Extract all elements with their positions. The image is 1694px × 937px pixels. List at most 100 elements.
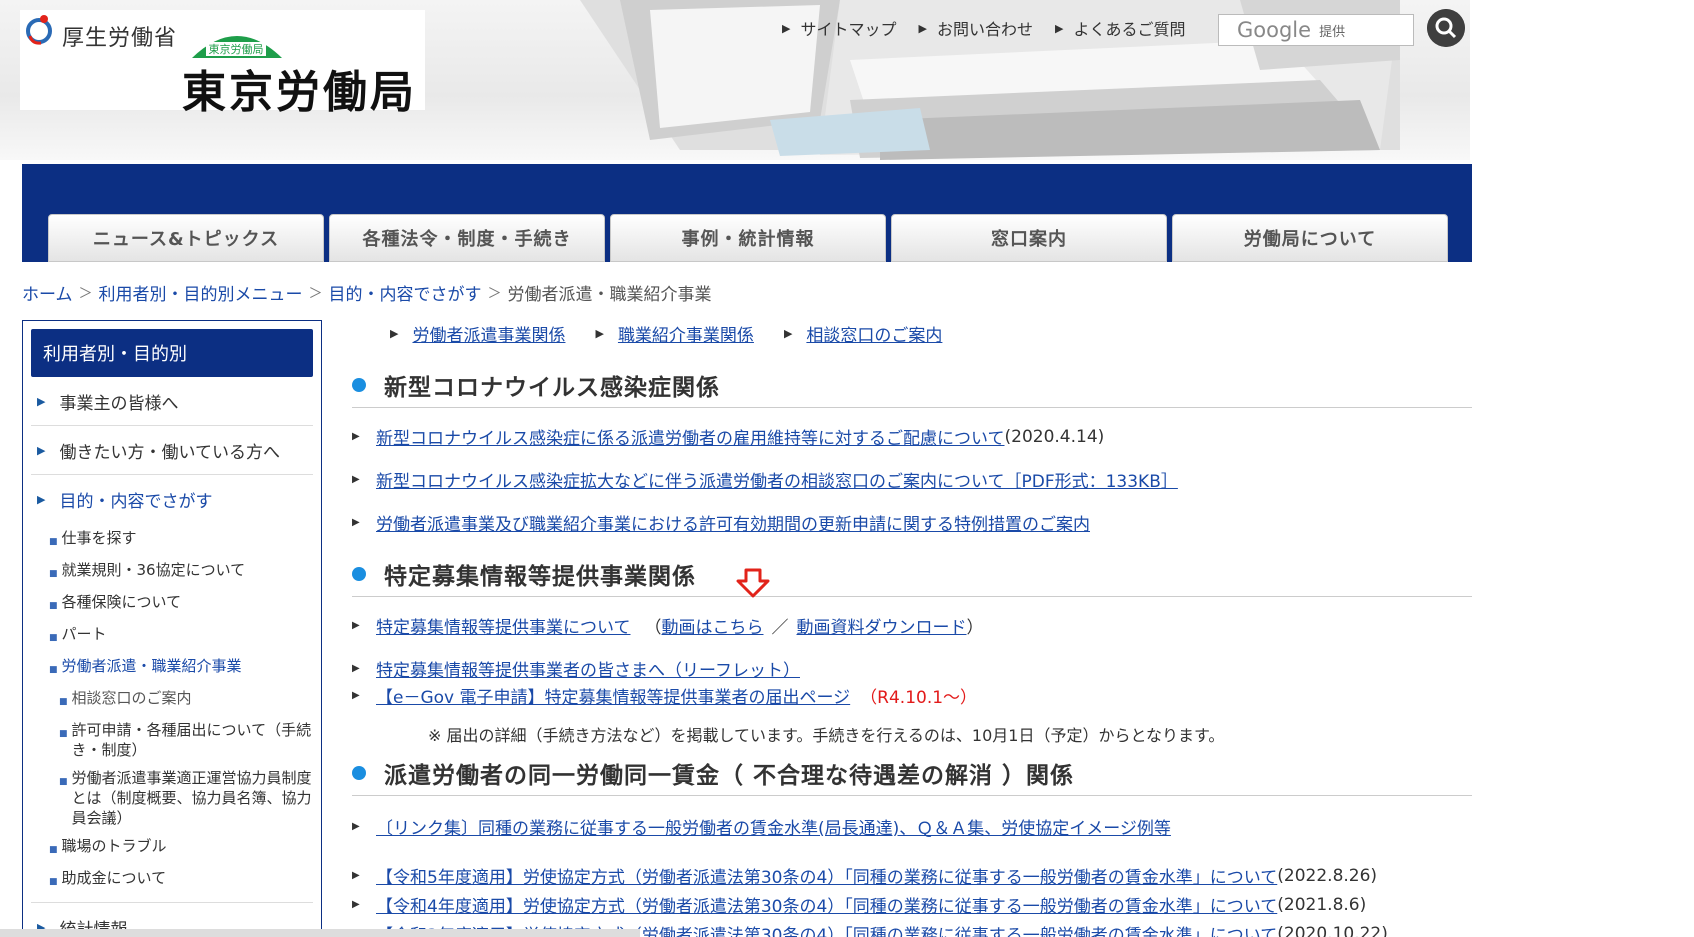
triangle-right-icon: ▶: [352, 870, 360, 881]
sub-item-label: 各種保険について: [61, 593, 182, 611]
item-date: (2021.8.6): [1277, 894, 1367, 915]
tab-offices[interactable]: 窓口案内: [891, 214, 1167, 262]
sidebar-item-label: 働きたい方・働いている方へ: [59, 442, 280, 463]
anchor-links: ▶ 労働者派遣事業関係 ▶ 職業紹介事業関係 ▶ 相談窓口のご案内: [352, 318, 1472, 348]
paren-open: （: [644, 618, 662, 638]
list-item: ▶ 新型コロナウイルス感染症拡大などに伴う派遣労働者の相談窓口のご案内について［…: [352, 467, 1472, 492]
triangle-right-icon: ▶: [352, 663, 360, 674]
sub-item-label: 相談窓口のご案内: [71, 689, 192, 707]
sidebar-subsub-permits[interactable]: ■ 許可申請・各種届出について（手続き・制度）: [59, 716, 313, 764]
triangle-right-icon: ▶: [352, 517, 360, 528]
triangle-right-icon: ▶: [918, 21, 927, 35]
contact-link[interactable]: ▶ お問い合わせ: [918, 16, 1032, 40]
search-input[interactable]: Google 提供: [1218, 14, 1414, 46]
sidebar-sub-list: ■ 仕事を探す ■ 就業規則・36協定について ■ 各種保険について ■ パート ■ 労働…: [31, 524, 313, 896]
wage-standard-r4-link[interactable]: 【令和4年度適用】労使協定方式（労働者派遣法第30条の4）「同種の業務に従事する…: [376, 892, 1277, 917]
bullet-icon: ■: [59, 777, 68, 787]
breadcrumb-user-menu[interactable]: 利用者別・目的別メニュー: [99, 280, 303, 305]
sidebar-sub-dispatch[interactable]: ■ 労働者派遣・職業紹介事業: [49, 652, 313, 684]
effective-date-badge: （R4.10.1～）: [860, 688, 978, 708]
faq-link[interactable]: ▶ よくあるご質問: [1055, 16, 1185, 40]
video-link[interactable]: 動画はこちら: [662, 613, 764, 638]
arrow-right-icon: ▶: [37, 493, 46, 506]
sub-item-label: 就業規則・36協定について: [61, 561, 246, 579]
sidebar-subsub-cooperators[interactable]: ■ 労働者派遣事業適正運営協力員制度とは（制度概要、協力員名簿、協力員会議）: [59, 764, 313, 832]
horizontal-scrollbar[interactable]: [0, 929, 640, 937]
section-title: 新型コロナウイルス感染症関係: [384, 374, 720, 401]
wage-standard-r5-link[interactable]: 【令和5年度適用】労使協定方式（労働者派遣法第30条の4）「同種の業務に従事する…: [376, 863, 1277, 888]
tab-about-bureau[interactable]: 労働局について: [1172, 214, 1448, 262]
circle-bullet-icon: [352, 765, 366, 780]
utility-nav: ▶ サイトマップ ▶ お問い合わせ ▶ よくあるご質問: [782, 16, 1185, 40]
tab-cases-statistics[interactable]: 事例・統計情報: [610, 214, 886, 262]
sidebar-item-workers[interactable]: ▶ 働きたい方・働いている方へ: [31, 426, 313, 475]
anchor-label[interactable]: 職業紹介事業関係: [618, 321, 754, 346]
covid-employment-link[interactable]: 新型コロナウイルス感染症に係る派遣労働者の雇用維持等に対するご配慮について: [376, 424, 1005, 449]
ministry-name: 厚生労働省: [62, 26, 178, 51]
search-button[interactable]: [1427, 9, 1465, 47]
leaflet-link[interactable]: 特定募集情報等提供事業者の皆さまへ（リーフレット）: [376, 656, 800, 681]
bullet-icon: ■: [49, 665, 58, 675]
triangle-right-icon: ▶: [352, 690, 360, 701]
section-title: 特定募集情報等提供事業関係: [384, 563, 696, 590]
sitemap-link[interactable]: ▶ サイトマップ: [782, 16, 896, 40]
triangle-right-icon: ▶: [595, 326, 604, 340]
bureau-name: 東京労働局: [182, 67, 417, 118]
breadcrumb-current: 労働者派遣・職業紹介事業: [507, 285, 712, 305]
sub-item-label: 労働者派遣・職業紹介事業: [61, 657, 242, 675]
sub-item-label: 許可申請・各種届出について（手続き・制度）: [71, 721, 312, 759]
equal-pay-links-collection[interactable]: 〔リンク集〕同種の業務に従事する一般労働者の賃金水準(局長通達)、Ｑ＆Ａ集、労使…: [376, 814, 1171, 839]
recruitment-info-link[interactable]: 特定募集情報等提供事業について: [376, 613, 631, 638]
sub-item-label: 労働者派遣事業適正運営協力員制度とは（制度概要、協力員名簿、協力員会議）: [71, 769, 312, 827]
list-item: ▶ 労働者派遣事業及び職業紹介事業における許可有効期間の更新申請に関する特例措置…: [352, 510, 1472, 535]
logo-area[interactable]: 厚生労働省 東京労働局 東京労働局: [20, 10, 425, 118]
sidebar: 利用者別・目的別 ▶ 事業主の皆様へ ▶ 働きたい方・働いている方へ ▶ 目的・内容で…: [22, 320, 322, 937]
site-header: 厚生労働省 東京労働局 東京労働局 ▶ サイトマップ ▶ お問い合わせ ▶ よくあるご…: [0, 0, 1470, 160]
covid-consult-pdf-link[interactable]: 新型コロナウイルス感染症拡大などに伴う派遣労働者の相談窓口のご案内について［PD…: [376, 467, 1178, 492]
search-provider-suffix: 提供: [1319, 24, 1346, 40]
anchor-placement[interactable]: ▶ 職業紹介事業関係: [595, 321, 753, 346]
egov-filing-link[interactable]: 【e－Gov 電子申請】特定募集情報等提供事業者の届出ページ: [376, 683, 850, 708]
filing-note: ※ 届出の詳細（手続き方法など）を掲載しています。手続きを行えるのは、10月1日…: [428, 726, 1225, 745]
util-link-label: お問い合わせ: [936, 20, 1033, 39]
tokyo-bureau-badge: 東京労働局: [192, 36, 282, 58]
anchor-dispatch[interactable]: ▶ 労働者派遣事業関係: [390, 321, 565, 346]
chevron-right-icon: ＞: [78, 285, 93, 302]
circle-bullet-icon: [352, 377, 366, 392]
sidebar-subsub-consult[interactable]: ■ 相談窓口のご案内: [59, 684, 313, 716]
breadcrumb-search-purpose[interactable]: 目的・内容でさがす: [329, 280, 482, 305]
bullet-icon: ■: [49, 845, 58, 855]
triangle-right-icon: ▶: [783, 326, 793, 340]
list-item: ▶ 【令和5年度適用】労使協定方式（労働者派遣法第30条の4）「同種の業務に従事…: [352, 863, 1472, 889]
anchor-label[interactable]: 労働者派遣事業関係: [412, 321, 565, 346]
bullet-icon: ■: [49, 569, 58, 579]
bullet-icon: ■: [49, 877, 58, 887]
item-date: (2022.8.26): [1277, 865, 1378, 886]
covid-permit-renewal-link[interactable]: 労働者派遣事業及び職業紹介事業における許可有効期間の更新申請に関する特例措置のご…: [376, 510, 1090, 535]
sidebar-sub-part-time[interactable]: ■ パート: [49, 620, 313, 652]
tab-laws-procedures[interactable]: 各種法令・制度・手続き: [329, 214, 605, 262]
sidebar-sub-rules-36[interactable]: ■ 就業規則・36協定について: [49, 556, 313, 588]
item-date: (2020.10.22): [1277, 923, 1388, 937]
section-title: 派遣労働者の同一労働同一賃金（ 不合理な待遇差の解消 ）関係: [384, 762, 1075, 789]
tab-news-topics[interactable]: ニュース&トピックス: [48, 214, 324, 262]
triangle-right-icon: ▶: [352, 899, 360, 910]
anchor-label[interactable]: 相談窓口のご案内: [806, 321, 942, 346]
sidebar-sub-insurance[interactable]: ■ 各種保険について: [49, 588, 313, 620]
sidebar-sub-trouble[interactable]: ■ 職場のトラブル: [49, 832, 313, 864]
anchor-consult[interactable]: ▶ 相談窓口のご案内: [784, 321, 942, 346]
google-brand: Google: [1237, 18, 1312, 42]
breadcrumb: ホーム ＞ 利用者別・目的別メニュー ＞ 目的・内容でさがす ＞ 労働者派遣・職…: [22, 280, 712, 305]
list-item: ▶ 特定募集情報等提供事業者の皆さまへ（リーフレット）: [352, 656, 1472, 681]
triangle-right-icon: ▶: [352, 474, 360, 485]
sidebar-sub-job-search[interactable]: ■ 仕事を探す: [49, 524, 313, 556]
breadcrumb-home[interactable]: ホーム: [22, 280, 73, 305]
sidebar-item-search-purpose[interactable]: ▶ 目的・内容でさがす: [31, 475, 313, 524]
bureau-badge-text: 東京労働局: [209, 42, 264, 56]
video-download-link[interactable]: 動画資料ダウンロード: [797, 613, 967, 638]
paren-close: ）: [966, 618, 984, 638]
sidebar-item-employers[interactable]: ▶ 事業主の皆様へ: [31, 377, 313, 426]
chevron-right-icon: ＞: [487, 285, 502, 302]
sidebar-sub-subsidies[interactable]: ■ 助成金について: [49, 864, 313, 896]
triangle-right-icon: ▶: [1054, 21, 1064, 35]
